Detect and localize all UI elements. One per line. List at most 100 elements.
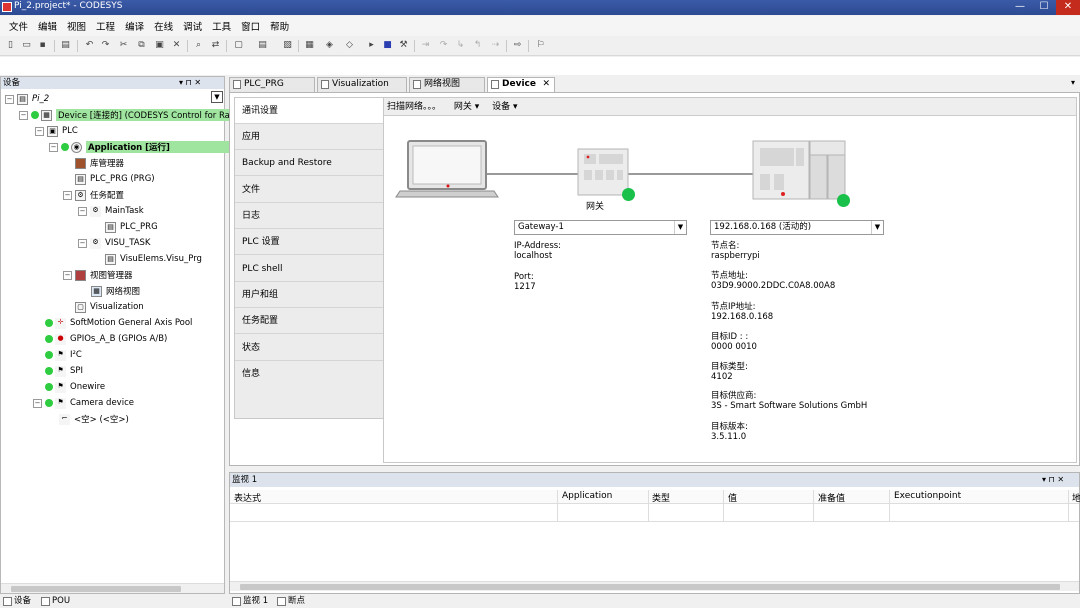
col-expression[interactable]: 表达式 xyxy=(234,491,261,504)
nav-backup-restore[interactable]: Backup and Restore xyxy=(235,150,383,176)
devices-horizontal-scrollbar[interactable] xyxy=(1,583,224,593)
nav-task-config[interactable]: 任务配置 xyxy=(235,308,383,334)
tree-item-library-manager[interactable]: 库管理器 xyxy=(75,156,124,170)
nav-applications[interactable]: 应用 xyxy=(235,124,383,150)
tree-item-visu-prg[interactable]: ▤ VisuElems.Visu_Prg xyxy=(105,252,202,266)
tree-item-task-config[interactable]: − ⚙ 任务配置 xyxy=(63,188,124,202)
tab-plc-prg[interactable]: PLC_PRG xyxy=(229,77,315,92)
tab-network-view[interactable]: 网络视图 xyxy=(409,77,485,92)
col-executionpoint[interactable]: Executionpoint xyxy=(894,491,961,501)
nav-status[interactable]: 状态 xyxy=(235,335,383,361)
print-icon[interactable]: ▤ xyxy=(60,40,71,51)
menu-view[interactable]: 视图 xyxy=(62,19,91,33)
new-project-icon[interactable]: ▯ xyxy=(5,40,16,51)
run-to-cursor-icon[interactable]: ⇢ xyxy=(490,40,501,51)
nav-plc-shell[interactable]: PLC shell xyxy=(235,256,383,282)
tree-item-application[interactable]: − ◉ Application [运行] xyxy=(49,140,230,154)
close-window-button[interactable]: ✕ xyxy=(1056,0,1080,15)
undo-icon[interactable]: ↶ xyxy=(84,40,95,51)
nav-plc-settings[interactable]: PLC 设置 xyxy=(235,229,383,255)
nav-files[interactable]: 文件 xyxy=(235,177,383,203)
start-icon[interactable]: ▸ xyxy=(366,40,377,51)
tabs-overflow-icon[interactable]: ▾ xyxy=(1071,78,1075,87)
scan-network-button[interactable]: 扫描网络。。。 xyxy=(387,102,441,112)
cart-icon[interactable]: ⚐ xyxy=(535,40,546,51)
tree-item-plc[interactable]: − ▣ PLC xyxy=(35,124,78,138)
panel-controls[interactable]: ▾ ⊓ ✕ xyxy=(179,77,201,89)
menu-debug[interactable]: 调试 xyxy=(178,19,207,33)
tree-item-network-view[interactable]: ▦ 网络视图 xyxy=(91,284,140,298)
tree-dropdown-icon[interactable]: ▼ xyxy=(211,91,223,103)
bottom-tab-devices[interactable]: 设备 xyxy=(2,595,31,608)
open-project-icon[interactable]: ▭ xyxy=(21,40,32,51)
delete-icon[interactable]: ✕ xyxy=(171,40,182,51)
tree-item-maintask-plc-prg[interactable]: ▤ PLC_PRG xyxy=(105,220,158,234)
tab-device[interactable]: Device ✕ xyxy=(487,77,555,92)
paste-icon[interactable]: ▣ xyxy=(154,40,165,51)
bottom-tab-watch[interactable]: 监视 1 xyxy=(231,595,268,608)
build-icon[interactable]: ▦ xyxy=(304,40,315,51)
device-select[interactable]: 192.168.0.168 (活动的) ▼ xyxy=(710,220,884,235)
step-over-icon[interactable]: ↷ xyxy=(438,40,449,51)
tree-item-onewire[interactable]: ⚑ Onewire xyxy=(45,380,105,394)
menu-edit[interactable]: 编辑 xyxy=(33,19,62,33)
step-out-icon[interactable]: ↰ xyxy=(472,40,483,51)
tab-visualization[interactable]: Visualization xyxy=(317,77,407,92)
replace-icon[interactable]: ⇄ xyxy=(210,40,221,51)
cut-icon[interactable]: ✂ xyxy=(118,40,129,51)
nav-information[interactable]: 信息 xyxy=(235,361,383,387)
bottom-tab-breakpoints[interactable]: 断点 xyxy=(276,595,305,608)
col-application[interactable]: Application xyxy=(562,491,612,501)
tree-item-visu-manager[interactable]: − 视图管理器 xyxy=(63,268,133,282)
tree-item-axis-pool[interactable]: ✛ SoftMotion General Axis Pool xyxy=(45,316,192,330)
nav-log[interactable]: 日志 xyxy=(235,203,383,229)
copy-icon[interactable]: ⧉ xyxy=(136,40,147,51)
tree-item-camera[interactable]: − ⚑ Camera device xyxy=(33,396,134,410)
reset-icon[interactable]: ⚒ xyxy=(398,40,409,51)
find-icon[interactable]: ⌕ xyxy=(193,40,204,51)
login-icon[interactable]: ◈ xyxy=(324,40,335,51)
tree-item-device[interactable]: − ▦ Device [连接的] (CODESYS Control for Ras… xyxy=(19,108,248,122)
add-object-icon[interactable]: ▤ xyxy=(257,40,268,51)
breakpoint-icon[interactable]: ⇥ xyxy=(420,40,431,51)
menu-file[interactable]: 文件 xyxy=(4,19,33,33)
redo-icon[interactable]: ↷ xyxy=(100,40,111,51)
tree-item-visualization[interactable]: ▢ Visualization xyxy=(75,300,144,314)
tree-item-project[interactable]: − ▤ Pi_2 xyxy=(5,92,49,106)
add-folder-icon[interactable]: ▧ xyxy=(282,40,293,51)
save-icon[interactable]: ▪ xyxy=(37,40,48,51)
maximize-button[interactable]: ☐ xyxy=(1032,0,1056,15)
tree-item-maintask[interactable]: − ⚙ MainTask xyxy=(78,204,144,218)
menu-build[interactable]: 编译 xyxy=(120,19,149,33)
col-value[interactable]: 值 xyxy=(728,491,737,504)
tree-item-gpio[interactable]: ● GPIOs_A_B (GPIOs A/B) xyxy=(45,332,167,346)
monitor-horizontal-scrollbar[interactable] xyxy=(230,581,1079,591)
minimize-button[interactable]: — xyxy=(1008,0,1032,15)
gateway-menu-button[interactable]: 网关 ▾ xyxy=(454,102,479,112)
nav-users-groups[interactable]: 用户和组 xyxy=(235,282,383,308)
close-tab-icon[interactable]: ✕ xyxy=(542,78,550,91)
show-next-icon[interactable]: ⇨ xyxy=(512,40,523,51)
col-address[interactable]: 地 xyxy=(1072,491,1080,504)
menu-online[interactable]: 在线 xyxy=(149,19,178,33)
menu-project[interactable]: 工程 xyxy=(91,19,120,33)
stop-icon[interactable]: ■ xyxy=(382,40,393,51)
window-icon[interactable]: ▢ xyxy=(233,40,244,51)
device-menu-button[interactable]: 设备 ▾ xyxy=(492,102,517,112)
logout-icon[interactable]: ◇ xyxy=(344,40,355,51)
tree-item-empty-slot[interactable]: ⌐ <空> (<空>) xyxy=(59,412,129,426)
menu-window[interactable]: 窗口 xyxy=(236,19,265,33)
monitor-panel-controls[interactable]: ▾ ⊓ ✕ xyxy=(1042,473,1064,487)
bottom-tab-pou[interactable]: POU xyxy=(40,595,70,608)
nav-communication-settings[interactable]: 通讯设置 xyxy=(235,98,383,124)
tree-item-spi[interactable]: ⚑ SPI xyxy=(45,364,83,378)
menu-help[interactable]: 帮助 xyxy=(265,19,294,33)
col-type[interactable]: 类型 xyxy=(652,491,670,504)
tree-item-i2c[interactable]: ⚑ I²C xyxy=(45,348,82,362)
gateway-select[interactable]: Gateway-1 ▼ xyxy=(514,220,687,235)
step-into-icon[interactable]: ↳ xyxy=(455,40,466,51)
tree-item-visu-task[interactable]: − ⚙ VISU_TASK xyxy=(78,236,151,250)
col-prepared-value[interactable]: 准备值 xyxy=(818,491,845,504)
tree-item-plc-prg[interactable]: ▤ PLC_PRG (PRG) xyxy=(75,172,155,186)
menu-tools[interactable]: 工具 xyxy=(207,19,236,33)
